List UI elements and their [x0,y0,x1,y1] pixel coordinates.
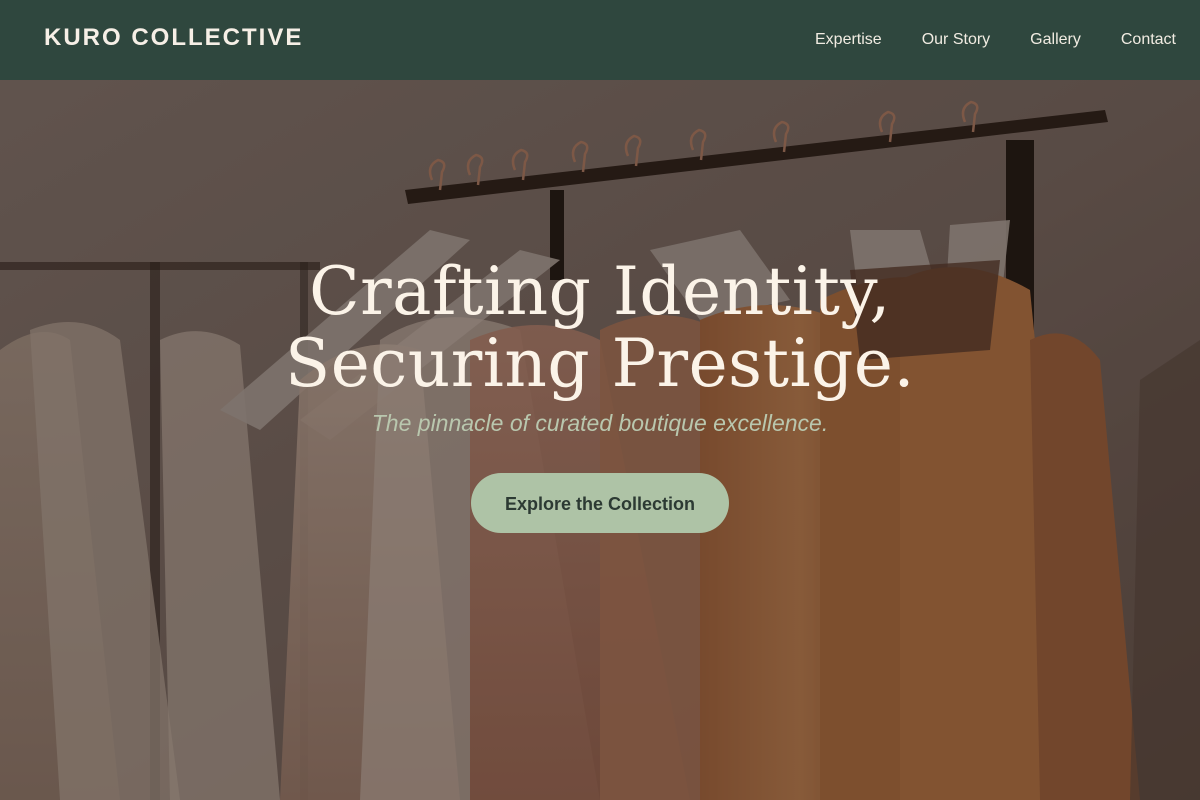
hero-section: Crafting Identity, Securing Prestige. Th… [0,80,1200,800]
nav-link-our-story[interactable]: Our Story [922,31,990,49]
hero-title-line-2: Securing Prestige. [285,325,915,402]
hero-title: Crafting Identity, Securing Prestige. [0,256,1200,400]
nav-link-contact[interactable]: Contact [1121,31,1176,49]
top-navbar: KURO COLLECTIVE Expertise Our Story Gall… [0,0,1200,80]
hero-content: Crafting Identity, Securing Prestige. Th… [0,256,1200,533]
explore-collection-button[interactable]: Explore the Collection [471,473,729,533]
hero-title-line-1: Crafting Identity, [309,253,891,330]
main-nav: Expertise Our Story Gallery Contact [815,0,1176,80]
brand-logo[interactable]: KURO COLLECTIVE [44,24,303,52]
nav-link-expertise[interactable]: Expertise [815,31,882,49]
nav-link-gallery[interactable]: Gallery [1030,31,1081,49]
hero-subtitle: The pinnacle of curated boutique excelle… [371,410,829,436]
